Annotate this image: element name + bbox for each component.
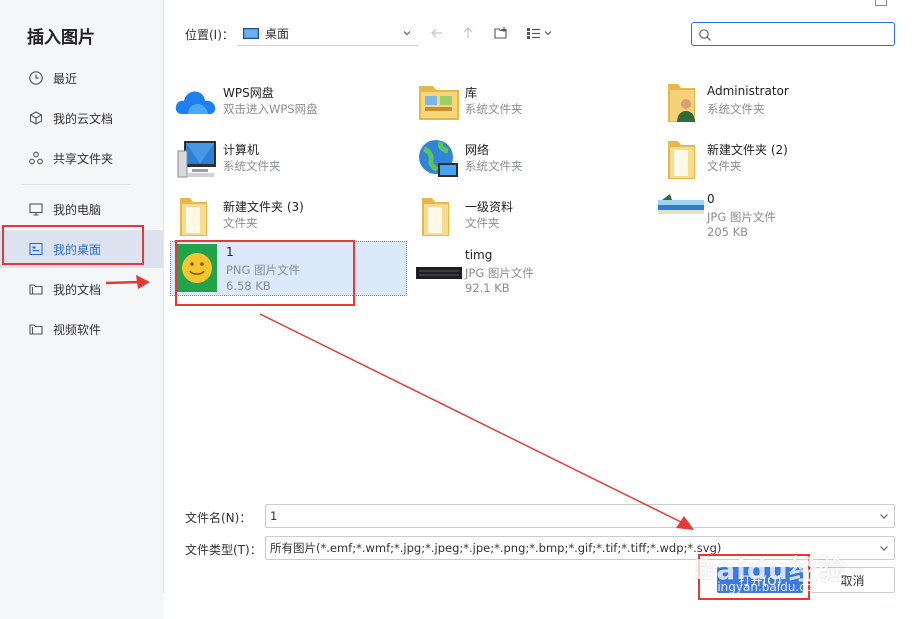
watermark-url: jingyan.baidu.com <box>714 580 825 594</box>
annotation-arrows <box>105 275 694 530</box>
annotation-arrow-to-file <box>105 275 150 289</box>
insert-picture-dialog: 插入图片 最近 我的云文档 共享文件夹 我的电脑 我的桌面 我的文档 视频软件 … <box>0 0 920 619</box>
annotation-arrow-to-open <box>259 313 694 530</box>
